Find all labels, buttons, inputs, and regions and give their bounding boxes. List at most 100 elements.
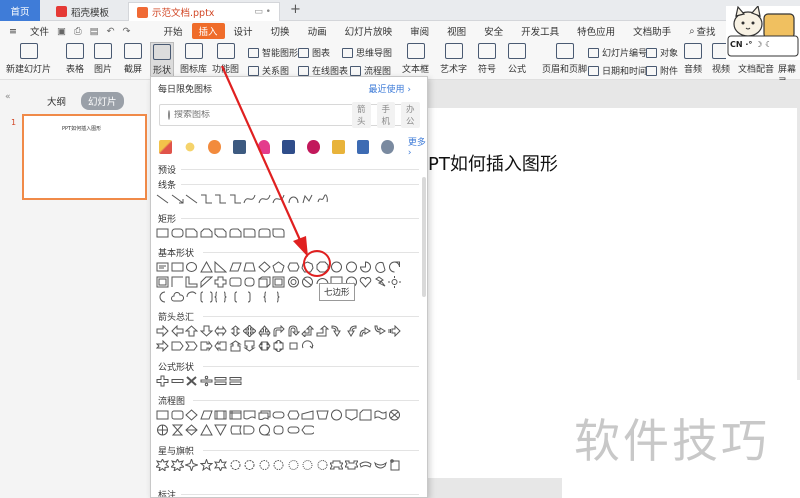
flow-internal-storage-shape-icon[interactable] — [229, 409, 242, 421]
curved-right-arrow-shape-icon[interactable] — [330, 325, 343, 337]
hexagon-shape-icon[interactable] — [286, 261, 300, 273]
flow-manual-operation-shape-icon[interactable] — [315, 409, 329, 421]
down-arrow-shape-icon[interactable] — [199, 325, 213, 337]
flow-sort-shape-icon[interactable] — [185, 424, 198, 436]
tab-home[interactable]: 首页 — [0, 0, 40, 21]
vertical-scroll-shape-icon[interactable] — [388, 459, 401, 471]
menu-file[interactable]: 文件 — [26, 23, 53, 39]
flow-process-shape-icon[interactable] — [156, 409, 169, 421]
multiply-shape-icon[interactable] — [185, 375, 198, 387]
sun-shape-icon[interactable] — [388, 276, 401, 288]
lightning-shape-icon[interactable] — [374, 276, 387, 288]
flow-sequential-storage-shape-icon[interactable] — [258, 424, 271, 436]
star4-shape-icon[interactable] — [185, 459, 198, 471]
heart-icon[interactable] — [257, 139, 271, 154]
curved-ribbon-down-shape-icon[interactable] — [373, 459, 387, 471]
badge-icon[interactable] — [307, 139, 320, 154]
flow-offpage-shape-icon[interactable] — [345, 409, 358, 421]
snip2-rect-shape-icon[interactable] — [200, 227, 213, 239]
flow-predefined-shape-icon[interactable] — [214, 409, 227, 421]
diamond-shape-icon[interactable] — [257, 261, 271, 273]
flow-decision-shape-icon[interactable] — [185, 409, 198, 421]
right-bracket-shape-icon[interactable] — [243, 291, 256, 303]
attachment-button[interactable]: 附件 — [646, 64, 678, 77]
audio-button[interactable]: 音频 — [684, 43, 702, 75]
pentagon-shape-icon[interactable] — [272, 261, 285, 273]
tab-controls[interactable]: ▭ • — [254, 7, 271, 17]
explosion1-shape-icon[interactable] — [156, 459, 169, 471]
ribbon-up-shape-icon[interactable] — [330, 459, 343, 471]
tab-template[interactable]: 稻壳模板 — [48, 2, 122, 21]
circular-arrow-shape-icon[interactable] — [301, 340, 314, 352]
cloud-shape-icon[interactable] — [170, 291, 184, 303]
freeform-shape-icon[interactable] — [301, 193, 314, 205]
diagonal-stripe-shape-icon[interactable] — [200, 276, 213, 288]
star8-shape-icon[interactable] — [243, 459, 256, 471]
bent-up-arrow-shape-icon[interactable] — [316, 325, 329, 337]
menu-search[interactable]: ⌕ 查找 — [680, 23, 724, 39]
chat-icon[interactable] — [208, 139, 222, 154]
flow-delay-shape-icon[interactable] — [243, 424, 256, 436]
lightbulb-icon[interactable] — [183, 139, 197, 154]
tag-office[interactable]: 办公 — [401, 102, 420, 128]
tag-phone[interactable]: 手机 — [376, 102, 396, 128]
star6-shape-icon[interactable] — [214, 459, 227, 471]
curved-left-arrow-shape-icon[interactable] — [345, 325, 358, 337]
curve-arrow-shape-icon[interactable] — [258, 193, 271, 205]
shape-button[interactable]: 形状 — [150, 42, 175, 78]
flow-or-shape-icon[interactable] — [156, 424, 169, 436]
slide-number-button[interactable]: 幻灯片编号 — [588, 46, 647, 59]
moon-shape-icon[interactable] — [156, 291, 169, 303]
round-diag-rect-shape-icon[interactable] — [272, 227, 285, 239]
star12-shape-icon[interactable] — [272, 459, 285, 471]
elbow-double-arrow-shape-icon[interactable] — [229, 193, 242, 205]
heart-shape-icon[interactable] — [359, 276, 372, 288]
divide-shape-icon[interactable] — [200, 375, 213, 387]
pencil-icon[interactable] — [159, 139, 172, 154]
quad-arrow-shape-icon[interactable] — [243, 325, 256, 337]
flow-preparation-shape-icon[interactable] — [286, 409, 300, 421]
menu-design[interactable]: 设计 — [225, 23, 262, 39]
dropdown-scrollbar[interactable] — [422, 177, 426, 297]
triangle-shape-icon[interactable] — [199, 261, 213, 273]
symbol-button[interactable]: 符号 — [478, 43, 496, 75]
slide-thumbnail[interactable]: PPT如何插入图形 — [22, 114, 147, 200]
right-arrow-shape-icon[interactable] — [156, 325, 169, 337]
right-triangle-shape-icon[interactable] — [214, 261, 227, 273]
flow-alt-process-shape-icon[interactable] — [171, 409, 184, 421]
slide-title-text[interactable]: PT如何插入图形 — [428, 150, 558, 176]
icon-search-box[interactable]: 箭头 手机 办公 — [159, 102, 420, 128]
bent-arrow-shape-icon[interactable] — [272, 325, 285, 337]
line-shape-icon[interactable] — [156, 193, 169, 205]
flow-magnetic-disk-shape-icon[interactable] — [272, 424, 285, 436]
round2-rect-shape-icon[interactable] — [258, 227, 271, 239]
striped-right-arrow-shape-icon[interactable] — [388, 325, 401, 337]
menu-view[interactable]: 视图 — [438, 23, 475, 39]
flow-summing-junction-shape-icon[interactable] — [388, 409, 401, 421]
flow-terminator-shape-icon[interactable] — [272, 409, 285, 421]
tag-arrow[interactable]: 箭头 — [352, 102, 371, 128]
parallelogram-shape-icon[interactable] — [228, 261, 242, 273]
more-icons-link[interactable]: 更多 › — [408, 135, 427, 158]
not-equal-shape-icon[interactable] — [229, 375, 242, 387]
menu-home[interactable]: 开始 — [155, 23, 192, 39]
star5-shape-icon[interactable] — [199, 459, 213, 471]
screenshot-button[interactable]: 截屏 — [124, 43, 142, 75]
bevel-shape-icon[interactable] — [272, 276, 285, 288]
star24-shape-icon[interactable] — [301, 459, 314, 471]
flow-merge-shape-icon[interactable] — [214, 424, 227, 436]
star32-shape-icon[interactable] — [316, 459, 329, 471]
formula-button[interactable]: 公式 — [508, 43, 526, 75]
explosion2-shape-icon[interactable] — [170, 459, 184, 471]
menu-transition[interactable]: 切换 — [262, 23, 299, 39]
redo-icon[interactable]: ↷ — [119, 26, 135, 37]
round1-rect-shape-icon[interactable] — [243, 227, 256, 239]
cube-shape-icon[interactable] — [258, 276, 271, 288]
snip-round-rect-shape-icon[interactable] — [229, 227, 242, 239]
pentagon-arrow-shape-icon[interactable] — [171, 340, 184, 352]
object-button[interactable]: 对象 — [646, 46, 678, 59]
curve-double-arrow-shape-icon[interactable] — [272, 193, 285, 205]
quad-arrow-callout-shape-icon[interactable] — [287, 340, 300, 352]
chord-shape-icon[interactable] — [374, 261, 387, 273]
textbox-shape-icon[interactable] — [156, 261, 169, 273]
